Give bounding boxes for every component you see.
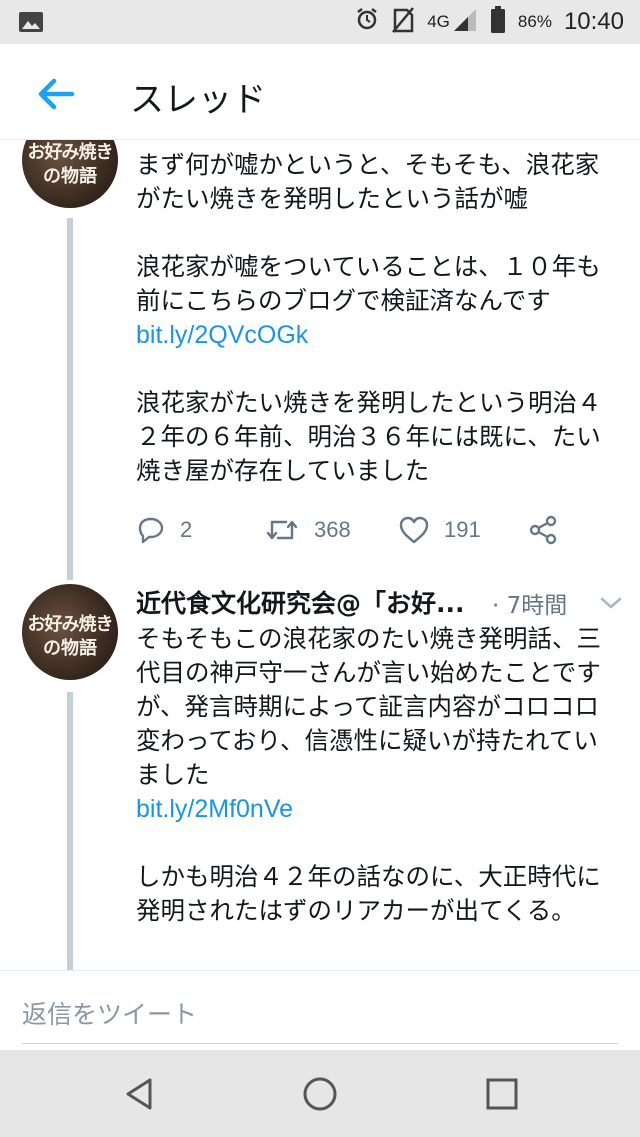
alarm-icon (355, 7, 379, 37)
retweet-count: 368 (314, 517, 351, 542)
like-count: 191 (444, 517, 481, 542)
system-nav-bar (0, 1050, 640, 1137)
thread-connector (67, 218, 73, 580)
tweet-paragraph: 浪花家が嘘をついていることは、１０年も前にこちらのブログで検証済なんです (136, 252, 601, 315)
thread-list[interactable]: お好み焼き の物語 まず何が嘘かというと、そもそも、浪花家がたい焼きを発明したと… (0, 140, 640, 970)
tweet-text: まず何が嘘かというと、そもそも、浪花家がたい焼きを発明したという話が嘘 浪花家が… (136, 148, 621, 488)
reply-button[interactable]: 2 (136, 510, 192, 550)
signal-icon (452, 7, 478, 37)
tweet-time: · 7時間 (492, 593, 568, 619)
thread-connector (67, 692, 73, 970)
tweet-text: そもそもこの浪花家のたい焼き発明話、三代目の神戸守一さんが言い始めたことですが、… (136, 622, 621, 928)
triangle-back-icon (126, 1078, 152, 1110)
retweet-icon (266, 520, 298, 540)
tweet-header: 近代食文化研究会@「お好... · 7時間 (136, 584, 626, 624)
avatar-title-line2: の物語 (43, 166, 97, 187)
network-type-label: 4G (427, 12, 450, 31)
retweet-button[interactable]: 368 (264, 510, 351, 550)
reply-input[interactable]: 返信をツイート (22, 995, 197, 1031)
page-title: スレッド (130, 80, 266, 120)
tweet-link[interactable]: bit.ly/2Mf0nVe (136, 795, 293, 823)
tweet-item[interactable]: お好み焼き の物語 まず何が嘘かというと、そもそも、浪花家がたい焼きを発明したと… (0, 140, 640, 580)
back-arrow-icon (38, 78, 75, 110)
avatar-title-line1: お好み焼き (27, 142, 114, 163)
tweet-link[interactable]: bit.ly/2QVcOGk (136, 321, 308, 349)
battery-percent: 86% (517, 12, 552, 31)
avatar-title-line2: の物語 (43, 638, 97, 659)
tweet-menu-button[interactable] (596, 588, 626, 618)
battery-icon (490, 6, 506, 38)
reply-underline (22, 1043, 618, 1044)
network-indicator: 4G (427, 7, 478, 37)
square-recents-icon (486, 1078, 518, 1110)
reply-count: 2 (180, 517, 193, 542)
back-button[interactable] (34, 72, 78, 116)
share-icon (529, 515, 557, 545)
avatar[interactable]: お好み焼き の物語 (22, 140, 118, 208)
reply-icon (138, 517, 164, 544)
tweet-actions: 2 368 191 (136, 510, 576, 550)
reply-bar: 返信をツイート (0, 970, 640, 1050)
author-name[interactable]: 近代食文化研究会@「お好... (136, 584, 465, 620)
avatar-title-line1: お好み焼き (27, 614, 114, 635)
nav-back-button[interactable] (120, 1074, 160, 1114)
clock: 10:40 (563, 8, 624, 35)
avatar[interactable]: お好み焼き の物語 (22, 584, 118, 680)
status-bar: 4G 86% 10:40 (0, 0, 640, 44)
tweet-item[interactable]: お好み焼き の物語 近代食文化研究会@「お好... · 7時間 そもそもこの浪花… (0, 584, 640, 970)
chevron-down-icon (600, 597, 622, 609)
share-button[interactable] (528, 510, 558, 550)
no-sim-icon (391, 6, 415, 38)
tweet-paragraph: そもそもこの浪花家のたい焼き発明話、三代目の神戸守一さんが言い始めたことですが、… (136, 624, 602, 789)
like-button[interactable]: 191 (398, 510, 481, 550)
app-header: スレッド (0, 44, 640, 140)
nav-recents-button[interactable] (482, 1074, 522, 1114)
tweet-paragraph: 浪花家がたい焼きを発明したという明治４２年の６年前、明治３６年には既に、たい焼き… (136, 388, 602, 485)
tweet-paragraph: しかも明治４２年の話なのに、大正時代に発明されたはずのリアカーが出てくる。 (136, 862, 601, 925)
nav-home-button[interactable] (300, 1074, 340, 1114)
image-icon (18, 10, 44, 38)
tweet-paragraph: まず何が嘘かというと、そもそも、浪花家がたい焼きを発明したという話が嘘 (136, 150, 600, 213)
circle-home-icon (303, 1077, 337, 1111)
heart-icon (399, 516, 429, 544)
